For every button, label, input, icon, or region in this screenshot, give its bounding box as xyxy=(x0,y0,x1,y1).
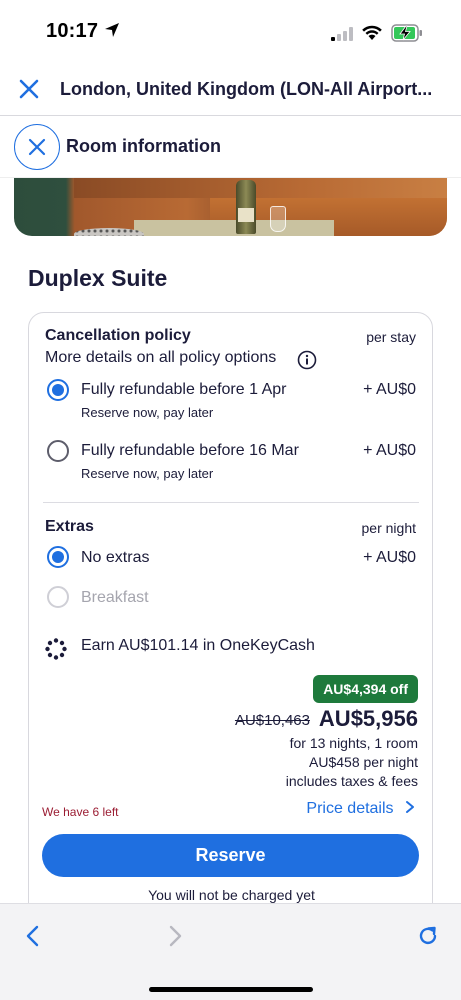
discount-badge: AU$4,394 off xyxy=(313,675,418,703)
extras-unit: per night xyxy=(361,520,416,536)
home-indicator xyxy=(149,987,313,992)
reserve-button[interactable]: Reserve xyxy=(42,834,419,877)
refund-16mar-price: + AU$0 xyxy=(363,442,416,459)
onekeycash-icon xyxy=(45,638,67,660)
close-icon[interactable] xyxy=(18,78,40,100)
close-icon xyxy=(28,138,46,156)
back-icon[interactable] xyxy=(24,924,42,948)
header-title: London, United Kingdom (LON-All Airport.… xyxy=(60,79,433,99)
signal-icon xyxy=(331,27,353,41)
no-extras-price: + AU$0 xyxy=(363,549,416,566)
cancellation-heading: Cancellation policy xyxy=(45,327,191,344)
room-info-close-button[interactable] xyxy=(14,124,60,170)
stay-summary: for 13 nights, 1 room xyxy=(289,735,418,751)
reload-icon[interactable] xyxy=(416,924,440,948)
refund-1apr-radio[interactable] xyxy=(47,379,69,401)
browser-header: London, United Kingdom (LON-All Airport.… xyxy=(0,64,461,116)
refund-1apr-price: + AU$0 xyxy=(363,381,416,398)
info-icon[interactable] xyxy=(297,350,317,370)
status-time: 10:17 xyxy=(46,20,99,42)
price-details-link[interactable]: Price details xyxy=(306,800,416,818)
extras-heading: Extras xyxy=(45,518,94,535)
policy-details-link[interactable]: More details on all policy options xyxy=(45,349,276,367)
location-arrow-icon xyxy=(105,23,119,37)
refund-16mar-label[interactable]: Fully refundable before 16 Mar xyxy=(81,442,299,460)
original-price: AU$10,463 xyxy=(234,712,310,729)
browser-toolbar xyxy=(0,903,461,1000)
chevron-right-icon xyxy=(406,801,414,813)
refund-1apr-label[interactable]: Fully refundable before 1 Apr xyxy=(81,381,286,399)
taxes-note: includes taxes & fees xyxy=(285,773,418,789)
onekeycash-text: Earn AU$101.14 in OneKeyCash xyxy=(81,637,315,654)
wifi-icon xyxy=(362,25,382,40)
battery-charging-icon xyxy=(391,24,422,42)
room-photo xyxy=(14,178,447,236)
section-divider xyxy=(43,502,419,503)
availability-warning: We have 6 left xyxy=(42,805,119,819)
room-info-title: Room information xyxy=(66,136,221,156)
refund-16mar-radio[interactable] xyxy=(47,440,69,462)
price-details-label: Price details xyxy=(306,800,394,817)
refund-16mar-sub: Reserve now, pay later xyxy=(81,466,214,481)
cancellation-unit: per stay xyxy=(366,329,416,345)
no-extras-label[interactable]: No extras xyxy=(81,549,149,567)
booking-card: Cancellation policy per stay More detail… xyxy=(28,312,433,932)
nightly-price: AU$458 per night xyxy=(309,754,418,770)
room-info-bar: Room information xyxy=(0,116,461,178)
forward-icon xyxy=(169,925,182,947)
no-extras-radio[interactable] xyxy=(47,546,69,568)
breakfast-radio xyxy=(47,586,69,608)
breakfast-label: Breakfast xyxy=(81,589,149,606)
no-charge-note: You will not be charged yet xyxy=(148,887,315,903)
refund-1apr-sub: Reserve now, pay later xyxy=(81,405,214,420)
room-name: Duplex Suite xyxy=(28,265,168,291)
total-price: AU$5,956 xyxy=(318,706,418,731)
status-bar: 10:17 xyxy=(0,0,461,64)
